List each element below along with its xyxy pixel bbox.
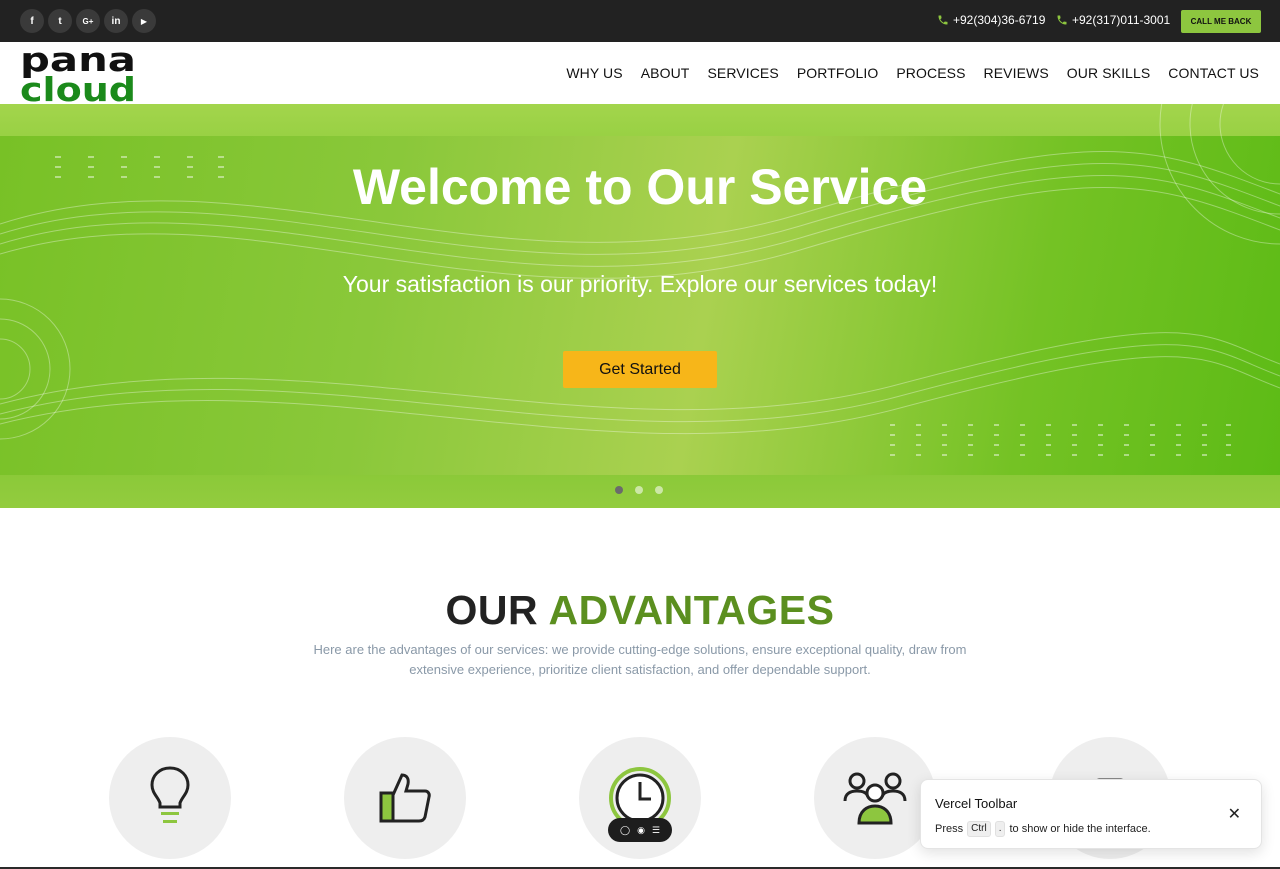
- vercel-toolbar-toast: Vercel Toolbar Press Ctrl . to show or h…: [920, 779, 1262, 849]
- slider-dots: [615, 486, 663, 494]
- phone-1[interactable]: +92(304)36-6719: [937, 13, 1045, 27]
- phone-1-text: +92(304)36-6719: [953, 13, 1046, 27]
- logo-line-2: cloud: [20, 70, 136, 102]
- phone-2-text: +92(317)011-3001: [1072, 13, 1171, 27]
- social-links: f t G+ in ▶: [20, 9, 156, 33]
- slider-dot-3[interactable]: [655, 486, 663, 494]
- hero-slider: Welcome to Our Service Your satisfaction…: [0, 104, 1280, 508]
- thumbs-up-icon: [379, 773, 431, 823]
- get-started-button[interactable]: Get Started: [563, 351, 717, 388]
- users-icon: [843, 772, 907, 825]
- nav-portfolio[interactable]: PORTFOLIO: [797, 65, 879, 81]
- hero-title: Welcome to Our Service: [352, 159, 928, 215]
- advantage-client-satisfaction: [814, 737, 936, 859]
- twitter-icon[interactable]: t: [48, 9, 72, 33]
- slider-dot-1[interactable]: [615, 486, 623, 494]
- nav-reviews[interactable]: REVIEWS: [984, 65, 1049, 81]
- period-key: .: [994, 821, 1006, 837]
- comment-icon[interactable]: ◯: [620, 825, 630, 836]
- toast-text-after: to show or hide the interface.: [1009, 823, 1151, 835]
- nav-process[interactable]: PROCESS: [896, 65, 965, 81]
- phone-icon: [1057, 15, 1067, 25]
- phone-2[interactable]: +92(317)011-3001: [1056, 13, 1170, 27]
- advantages-title-part1: OUR: [445, 587, 539, 633]
- toast-title: Vercel Toolbar: [935, 796, 1018, 811]
- phone-icon: [938, 15, 948, 25]
- google-plus-icon[interactable]: G+: [76, 9, 100, 33]
- ctrl-key: Ctrl: [967, 821, 991, 837]
- linkedin-icon[interactable]: in: [104, 9, 128, 33]
- advantages-description: Here are the advantages of our services:…: [313, 642, 967, 677]
- main-nav: WHY US ABOUT SERVICES PORTFOLIO PROCESS …: [566, 65, 1259, 81]
- advantages-title-part2: ADVANTAGES: [548, 587, 835, 633]
- close-icon[interactable]: ✕: [1228, 804, 1241, 824]
- nav-why-us[interactable]: WHY US: [566, 65, 622, 81]
- advantages-title: OUR ADVANTAGES: [0, 587, 1280, 634]
- facebook-icon[interactable]: f: [20, 9, 44, 33]
- nav-services[interactable]: SERVICES: [707, 65, 778, 81]
- lightbulb-icon: [150, 766, 190, 823]
- advantage-innovation: [109, 737, 231, 859]
- advantage-quality: [344, 737, 466, 859]
- vercel-toolbar-mini[interactable]: ◯ ◉ ☰: [608, 818, 672, 842]
- panacloud-logo[interactable]: pana cloud: [20, 44, 138, 102]
- nav-about[interactable]: ABOUT: [641, 65, 690, 81]
- youtube-icon[interactable]: ▶: [132, 9, 156, 33]
- call-me-back-button[interactable]: CALL ME BACK: [1181, 10, 1261, 33]
- slider-dot-2[interactable]: [635, 486, 643, 494]
- nav-our-skills[interactable]: OUR SKILLS: [1067, 65, 1150, 81]
- top-bar: f t G+ in ▶ +92(304)36-6719 +92(317)011-…: [0, 0, 1280, 42]
- hero-subtitle: Your satisfaction is our priority. Explo…: [342, 271, 938, 297]
- toast-message: Press Ctrl . to show or hide the interfa…: [935, 821, 1151, 837]
- nav-contact-us[interactable]: CONTACT US: [1168, 65, 1259, 81]
- menu-icon[interactable]: ☰: [652, 825, 660, 836]
- site-header: pana cloud WHY US ABOUT SERVICES PORTFOL…: [0, 42, 1280, 104]
- toast-text-before: Press: [935, 823, 964, 835]
- share-icon[interactable]: ◉: [637, 825, 645, 836]
